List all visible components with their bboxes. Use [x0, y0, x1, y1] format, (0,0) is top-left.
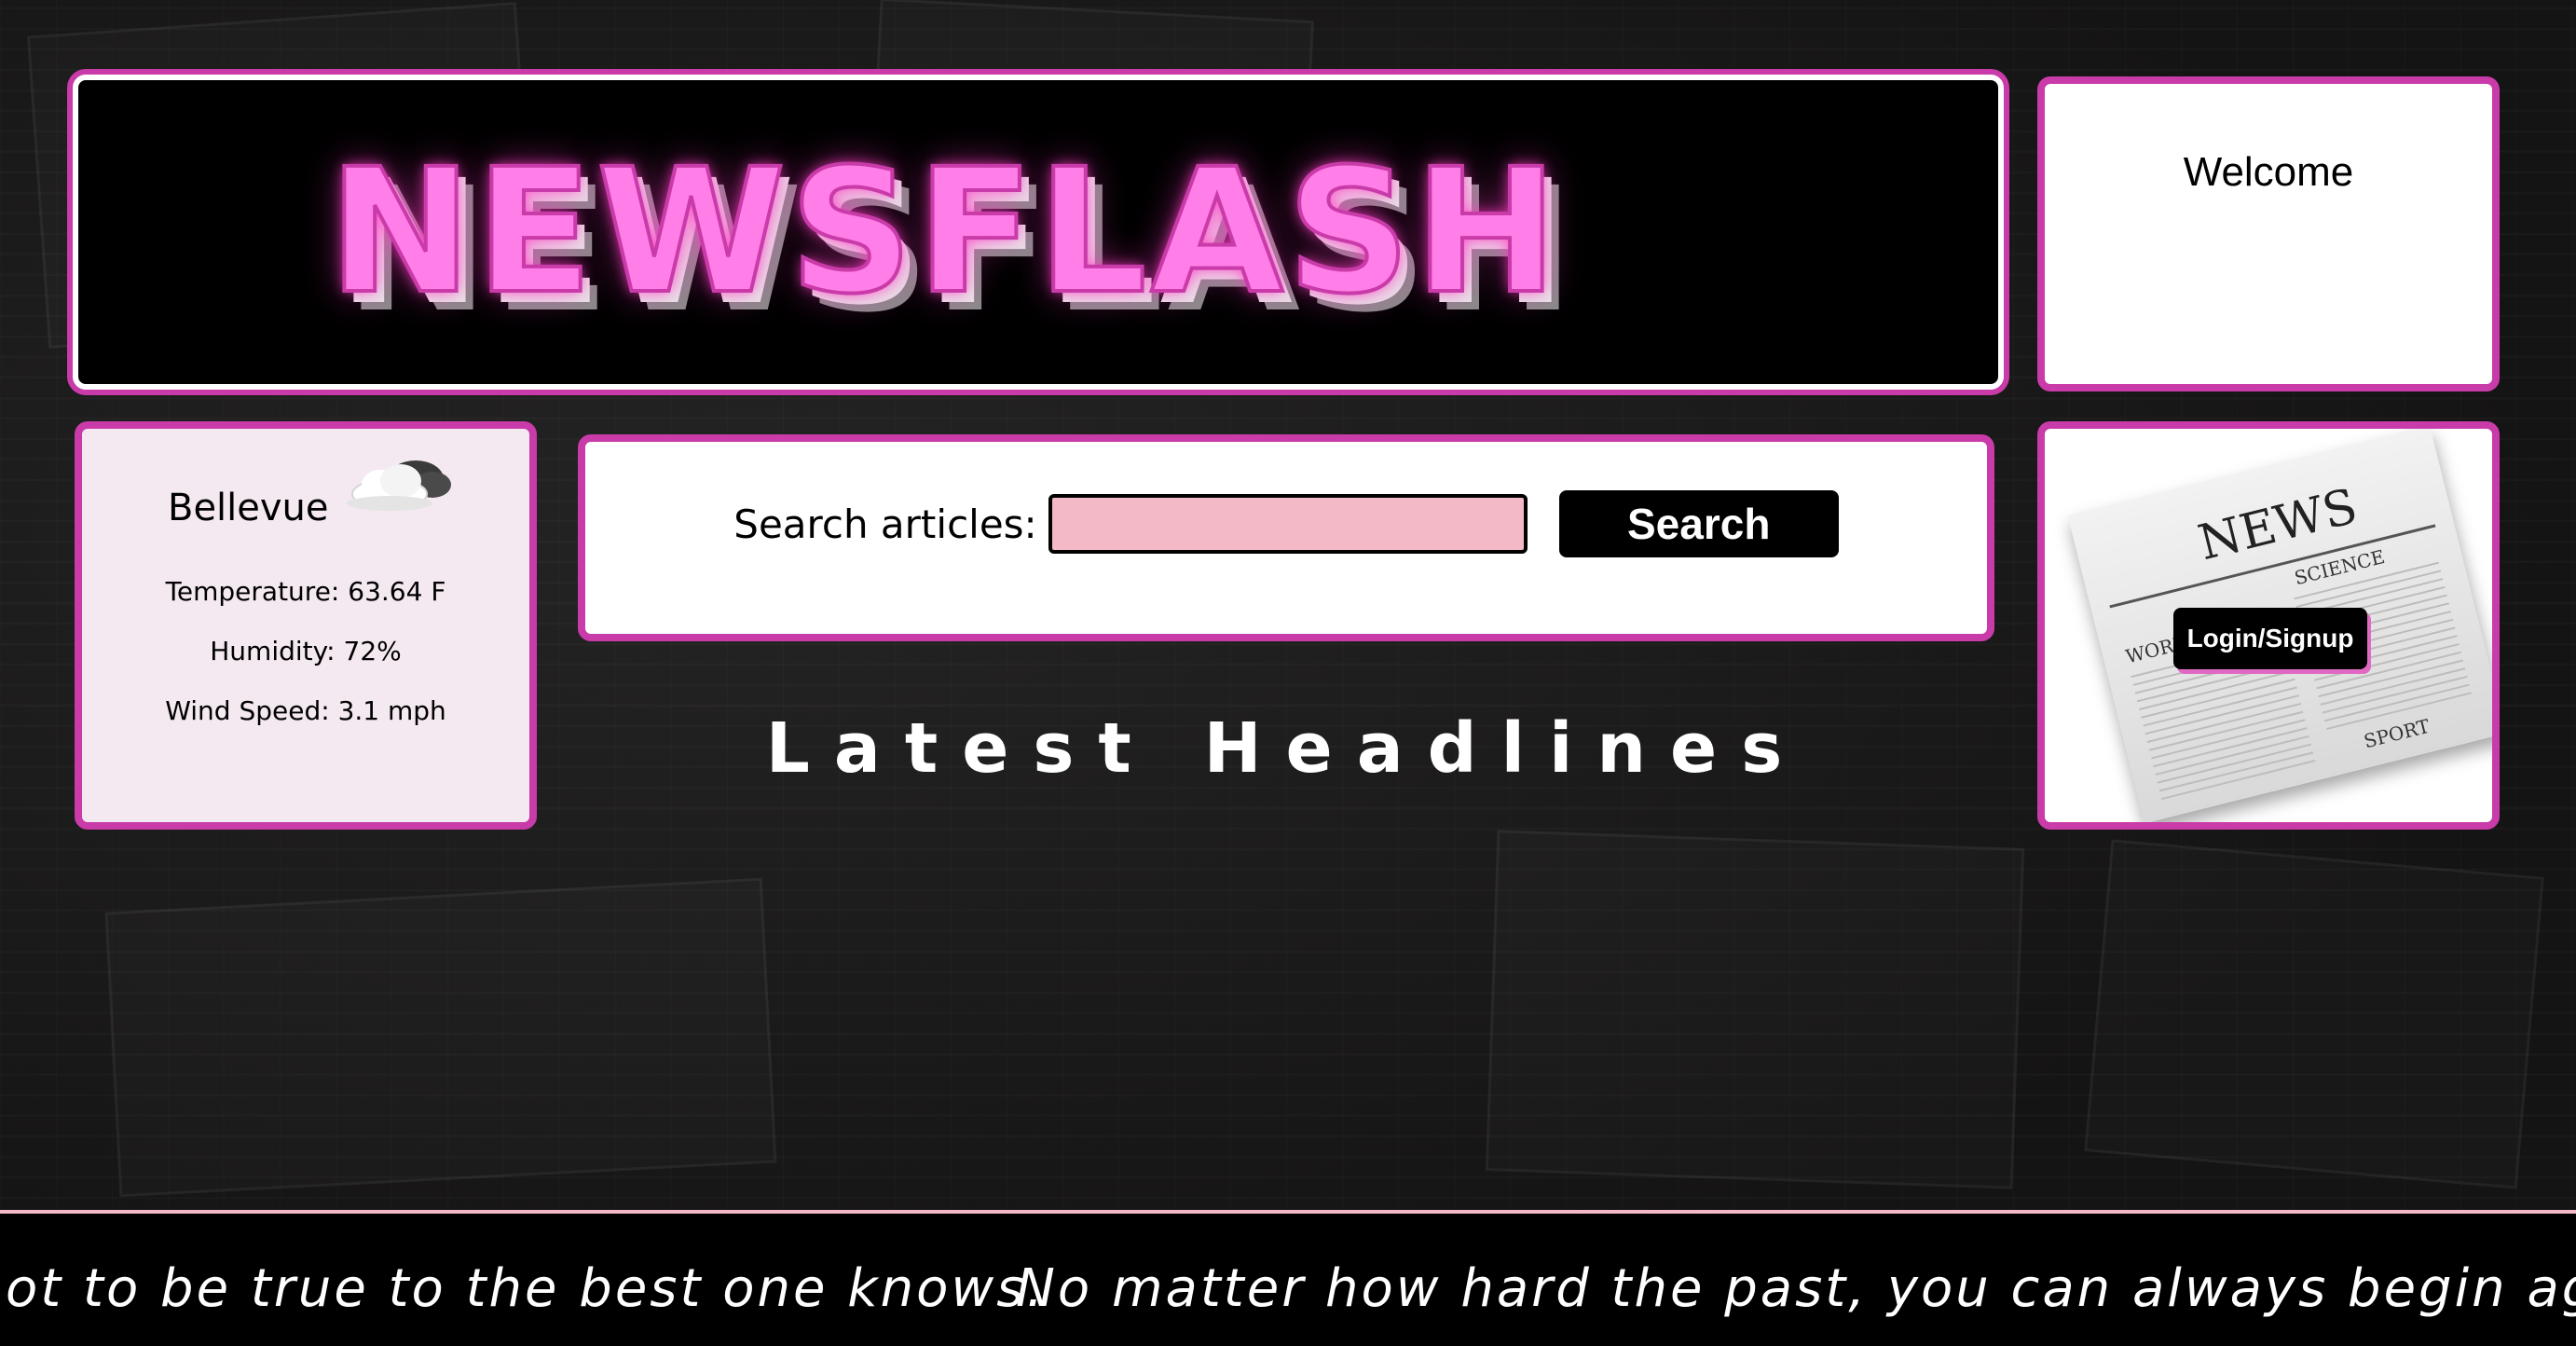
weather-wind-speed: Wind Speed: 3.1 mph	[165, 695, 446, 726]
site-logo[interactable]: NEWSFLASH	[326, 144, 1561, 320]
welcome-panel: Welcome	[2037, 76, 2500, 391]
search-button[interactable]: Search	[1558, 490, 1839, 557]
login-signup-button[interactable]: Login/Signup	[2173, 608, 2367, 669]
cloud-icon	[347, 460, 451, 511]
search-panel: Search articles: Search	[578, 434, 1994, 641]
search-form: Search articles: Search	[585, 490, 1987, 557]
weather-temperature: Temperature: 63.64 F	[165, 576, 446, 607]
weather-widget: Bellevue Temperature: 63.64 F Humidity: …	[75, 421, 537, 830]
ticker-quote: ot to be true to the best one knows.	[6, 1258, 1047, 1319]
search-input[interactable]	[1048, 494, 1528, 554]
quote-ticker: ot to be true to the best one knows. No …	[0, 1210, 2576, 1346]
login-panel: NEWS SCIENCE WORLD SPORT Login/Signup	[2037, 421, 2500, 830]
search-label: Search articles:	[733, 501, 1037, 547]
latest-headlines-title: Latest Headlines	[765, 708, 1807, 789]
background-clipping	[104, 877, 777, 1198]
newspaper-label: SPORT	[2361, 714, 2432, 753]
weather-city: Bellevue	[168, 487, 329, 529]
background-clipping	[2084, 839, 2544, 1189]
welcome-title: Welcome	[2183, 149, 2354, 195]
weather-humidity: Humidity: 72%	[210, 636, 402, 666]
background-clipping	[1485, 830, 2025, 1189]
header-banner: NEWSFLASH	[73, 75, 2004, 390]
ticker-quote: No matter how hard the past, you can alw…	[1016, 1258, 2576, 1319]
